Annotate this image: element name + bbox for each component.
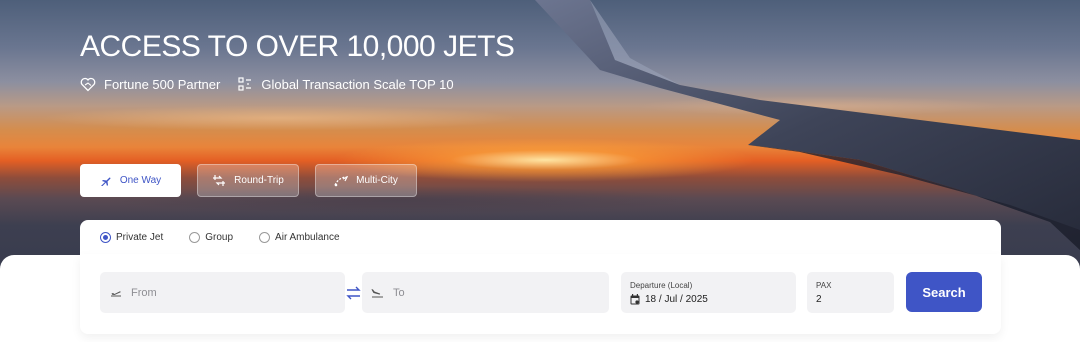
pax-field[interactable]: PAX 2 (807, 272, 894, 313)
search-button[interactable]: Search (906, 272, 982, 312)
calendar-icon (630, 293, 640, 304)
badge-transaction-scale: Global Transaction Scale TOP 10 (238, 77, 454, 92)
radio-unchecked-icon (259, 231, 271, 243)
tab-one-way[interactable]: One Way (80, 164, 181, 197)
departure-label: Departure (Local) (630, 280, 693, 290)
to-field[interactable]: To (362, 272, 609, 313)
heart-handshake-icon (80, 77, 96, 92)
to-placeholder: To (393, 286, 405, 299)
departure-date-field[interactable]: Departure (Local) 18 / Jul / 2025 (621, 272, 796, 313)
multi-city-icon (334, 175, 349, 186)
radio-label: Air Ambulance (275, 231, 340, 243)
radio-checked-icon (100, 231, 111, 243)
from-field[interactable]: From (100, 272, 345, 313)
tab-label: Round-Trip (234, 175, 284, 186)
tab-label: One Way (119, 175, 162, 186)
badge-fortune-500: Fortune 500 Partner (80, 77, 220, 92)
from-placeholder: From (131, 286, 157, 299)
radio-private-jet[interactable]: Private Jet (100, 231, 164, 243)
radio-air-ambulance[interactable]: Air Ambulance (259, 231, 340, 243)
badge-label: Fortune 500 Partner (104, 77, 221, 92)
plane-icon (100, 177, 111, 186)
departure-value: 18 / Jul / 2025 (645, 293, 708, 305)
flight-search-form: From To Departure (Local) 18 / Jul / 202… (80, 254, 1001, 334)
landing-icon (371, 289, 383, 298)
radio-unchecked-icon (189, 231, 201, 243)
radio-label: Group (205, 231, 234, 243)
ranking-icon (238, 77, 252, 91)
round-trip-icon (213, 175, 226, 186)
pax-label: PAX (816, 280, 832, 290)
hero-badges: Fortune 500 Partner Global Transaction S… (80, 77, 454, 92)
tab-round-trip[interactable]: Round-Trip (197, 164, 299, 197)
hero-headline: ACCESS TO OVER 10,000 JETS (80, 30, 515, 63)
tab-multi-city[interactable]: Multi-City (315, 164, 417, 197)
tab-label: Multi-City (356, 175, 398, 186)
departure-value-row: 18 / Jul / 2025 (630, 293, 708, 305)
badge-label: Global Transaction Scale TOP 10 (261, 77, 454, 92)
swap-icon[interactable] (345, 285, 362, 301)
radio-group[interactable]: Group (189, 231, 234, 243)
trip-type-tabs: One Way Round-Trip Multi-City (80, 164, 417, 197)
pax-value: 2 (816, 293, 822, 305)
takeoff-icon (111, 290, 121, 296)
service-type-options: Private Jet Group Air Ambulance (80, 220, 1001, 254)
radio-label: Private Jet (116, 231, 164, 243)
